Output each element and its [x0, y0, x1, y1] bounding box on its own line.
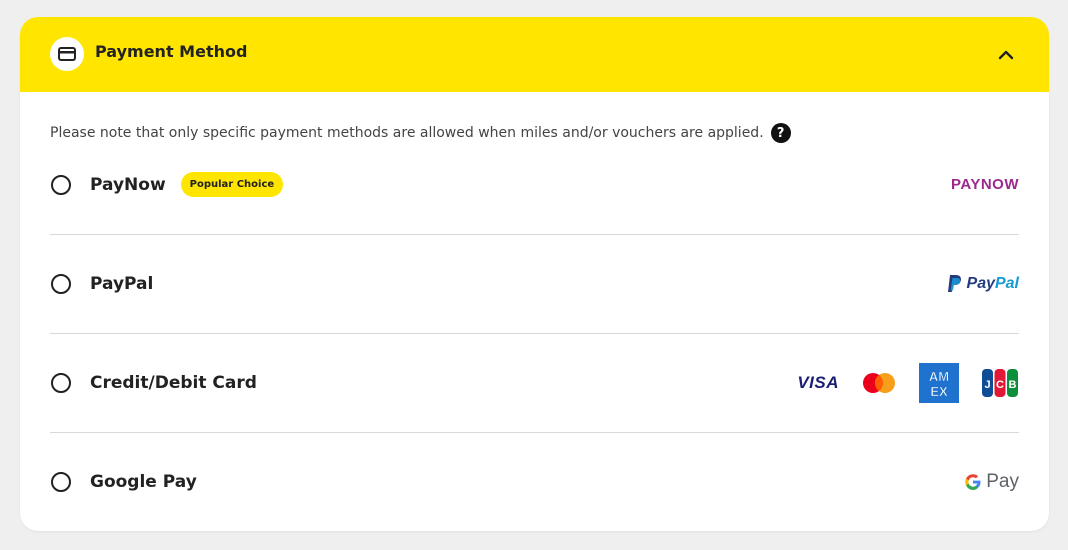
paypal-logo-pay: Pay — [966, 274, 995, 292]
option-label-paynow: PayNow — [90, 174, 166, 195]
mastercard-logo — [861, 372, 897, 394]
svg-text:J: J — [984, 379, 990, 391]
option-label-card: Credit/Debit Card — [90, 372, 257, 393]
svg-text:AM: AM — [929, 369, 949, 384]
google-g-icon — [965, 473, 981, 490]
paypal-logo-wrap: PayPal — [947, 234, 1019, 333]
card-logos: VISA AM EX J C B — [797, 333, 1019, 432]
payment-method-panel: Payment Method Please note that only spe… — [20, 17, 1049, 531]
option-label-paypal: PayPal — [90, 273, 154, 294]
credit-card-icon — [50, 37, 84, 71]
payment-method-title: Payment Method — [95, 42, 248, 61]
paypal-p-icon — [947, 274, 961, 292]
paynow-logo: PAYNOW — [950, 176, 1019, 193]
payment-option-paypal[interactable]: PayPal PayPal — [50, 234, 1019, 334]
chevron-up-icon[interactable] — [993, 42, 1019, 68]
paypal-logo: PayPal — [947, 274, 1019, 294]
gpay-logo: Pay — [963, 471, 1019, 493]
radio-googlepay[interactable] — [51, 471, 71, 492]
svg-text:C: C — [996, 379, 1004, 391]
payment-option-googlepay[interactable]: Google Pay Pay — [50, 432, 1019, 531]
amex-logo: AM EX — [919, 362, 959, 403]
radio-paynow[interactable] — [51, 174, 71, 195]
paynow-logo-wrap: PAYNOW — [951, 135, 1019, 234]
option-label-googlepay: Google Pay — [90, 471, 197, 492]
payment-option-card[interactable]: Credit/Debit Card VISA AM EX J C B — [50, 333, 1019, 433]
svg-text:EX: EX — [930, 384, 948, 399]
paypal-logo-pal: Pal — [994, 274, 1019, 292]
visa-logo: VISA — [797, 372, 839, 392]
radio-card[interactable] — [51, 372, 71, 393]
jcb-logo: J C B — [981, 368, 1019, 398]
radio-paypal[interactable] — [51, 273, 71, 294]
popular-choice-badge: Popular Choice — [180, 172, 284, 197]
gpay-logo-text: Pay — [986, 470, 1019, 492]
payment-method-header[interactable]: Payment Method — [20, 17, 1049, 92]
payment-option-paynow[interactable]: PayNow Popular Choice PAYNOW — [50, 135, 1019, 235]
gpay-logo-wrap: Pay — [963, 432, 1019, 531]
svg-text:B: B — [1009, 379, 1017, 391]
